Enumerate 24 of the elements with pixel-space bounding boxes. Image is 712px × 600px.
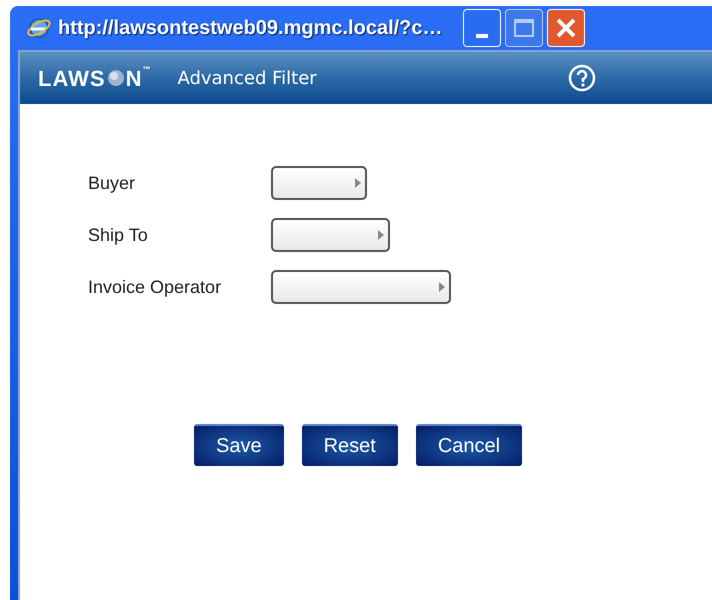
lawson-logo: LAWS N™ <box>38 64 152 92</box>
help-icon[interactable] <box>568 64 596 92</box>
select-field[interactable] <box>271 218 390 252</box>
maximize-button[interactable] <box>504 9 543 47</box>
window-title: http://lawsontestweb09.mgmc.local/?c… <box>58 16 443 41</box>
field-label: Buyer <box>88 172 136 195</box>
close-icon <box>554 17 577 39</box>
caret-icon <box>378 230 384 240</box>
field-label: Invoice Operator <box>88 276 222 299</box>
minimize-button[interactable] <box>462 9 501 47</box>
page-title: Advanced Filter <box>177 66 317 90</box>
action-button[interactable]: Reset <box>302 424 398 466</box>
close-button[interactable] <box>546 9 585 47</box>
caret-icon <box>439 282 445 292</box>
maximize-icon <box>514 19 534 37</box>
caret-icon <box>355 178 361 188</box>
select-field[interactable] <box>271 166 367 200</box>
action-button[interactable]: Cancel <box>416 424 522 466</box>
minimize-icon <box>476 34 488 38</box>
browser-logo-icon <box>26 15 52 41</box>
field-label: Ship To <box>88 224 149 247</box>
globe-icon <box>106 69 125 87</box>
select-field[interactable] <box>271 270 451 304</box>
action-button[interactable]: Save <box>194 424 284 466</box>
